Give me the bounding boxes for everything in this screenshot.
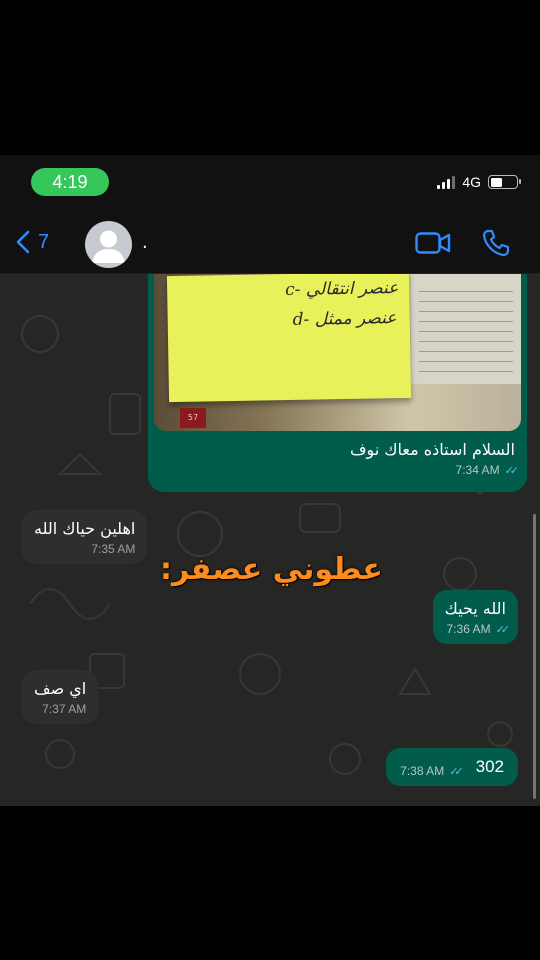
message-outgoing[interactable]: الله يحيك 7:36 AM ✓✓ [432, 590, 518, 644]
message-time: 7:34 AM [455, 463, 500, 477]
battery-level [490, 177, 502, 187]
message-incoming[interactable]: اهلين حياك الله 7:35 AM [22, 510, 148, 564]
note-line-c: c- عنصر انتقالي [285, 278, 399, 301]
book-page [411, 274, 521, 384]
read-receipt-icon: ✓✓ [504, 464, 520, 477]
person-icon [92, 230, 125, 263]
message-meta: 7:38 AM ✓✓ [400, 764, 464, 778]
message-time: 7:35 AM [91, 542, 136, 556]
network-type: 4G [462, 174, 481, 190]
message-text: 302 [475, 757, 504, 776]
signal-icon [437, 175, 456, 189]
sticky-note: c- عنصر انتقالي d- عنصر ممثل [166, 274, 412, 403]
scrollbar[interactable] [533, 514, 536, 799]
message-outgoing[interactable]: 7:38 AM ✓✓ 302 [386, 748, 518, 786]
message-meta: 7:34 AM ✓✓ [154, 463, 521, 477]
read-receipt-icon: ✓✓ [449, 765, 464, 778]
message-text: اي صف [34, 679, 87, 698]
message-time: 7:38 AM [400, 764, 445, 778]
message-incoming[interactable]: اي صف 7:37 AM [22, 670, 99, 724]
message-time: 7:37 AM [42, 702, 87, 716]
read-receipt-icon: ✓✓ [495, 623, 511, 636]
chat-area[interactable]: c- عنصر انتقالي d- عنصر ممثل 57 السلام ا… [0, 274, 540, 806]
chat-header: 7 . [0, 210, 540, 274]
contact-name[interactable]: . [142, 232, 148, 253]
message-meta: 7:35 AM [34, 542, 135, 556]
message-meta: 7:36 AM ✓✓ [445, 622, 511, 636]
message-text: السلام استاذه معاك نوف [349, 440, 515, 459]
status-time[interactable]: 4:19 [31, 168, 109, 196]
status-bar: 4:19 4G [0, 155, 540, 210]
message-text: اهلين حياك الله [34, 519, 136, 538]
back-button[interactable]: 7 [16, 230, 49, 254]
note-line-d: d- عنصر ممثل [292, 308, 397, 330]
chevron-left-icon [16, 230, 30, 254]
battery-icon [488, 175, 521, 189]
status-indicators: 4G [437, 174, 521, 190]
phone-icon[interactable] [482, 229, 510, 257]
overlay-caption: عطوني عصفر: [160, 552, 383, 587]
video-call-icon[interactable] [415, 232, 451, 254]
message-time: 7:36 AM [446, 622, 491, 636]
message-text: الله يحيك [444, 599, 506, 618]
message-image[interactable]: c- عنصر انتقالي d- عنصر ممثل 57 السلام ا… [148, 274, 527, 492]
message-meta: 7:37 AM [34, 702, 86, 716]
unread-count: 7 [38, 230, 50, 253]
avatar[interactable] [85, 221, 132, 268]
image-preview[interactable]: c- عنصر انتقالي d- عنصر ممثل 57 [154, 274, 521, 431]
page-number-label: 57 [180, 408, 206, 428]
